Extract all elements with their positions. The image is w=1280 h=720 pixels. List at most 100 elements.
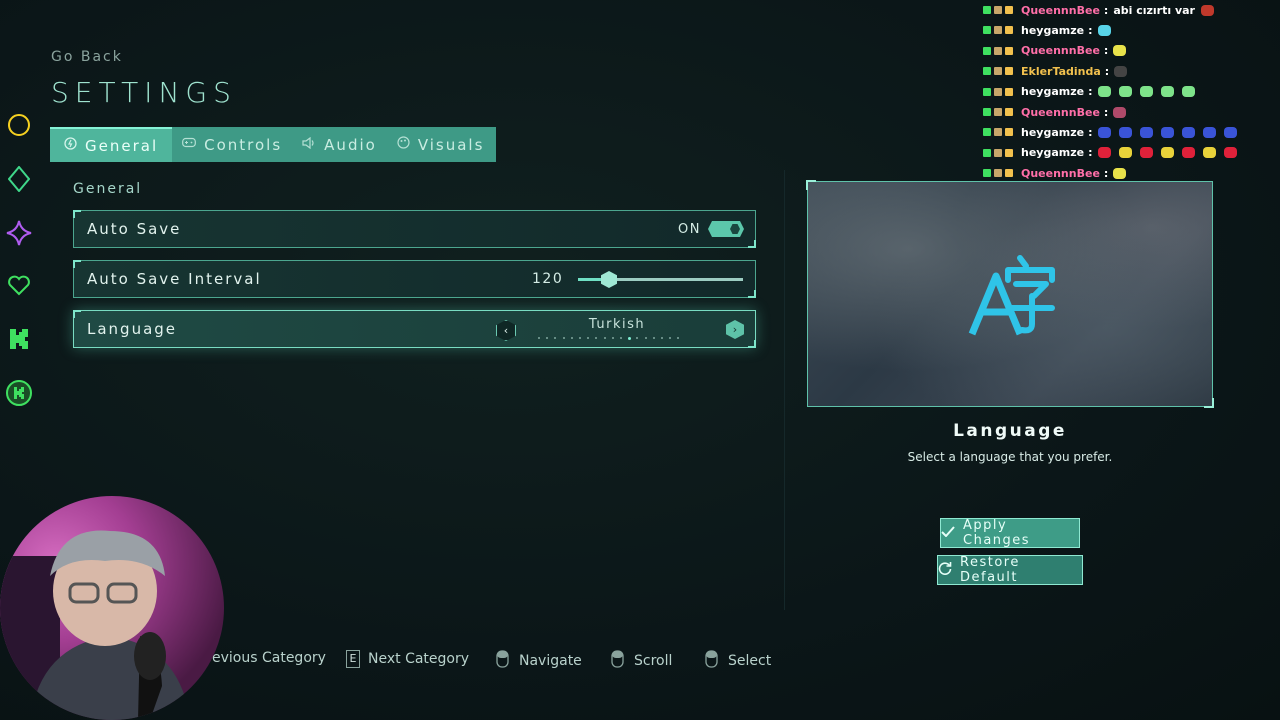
- language-prev-button[interactable]: ‹: [496, 320, 516, 341]
- tab-label: Visuals: [417, 135, 485, 154]
- chat-username[interactable]: heygamze: [1021, 85, 1084, 98]
- emote-icon: [1118, 147, 1132, 159]
- chat-separator: :: [1088, 85, 1093, 99]
- mouse-wheel-icon: [611, 650, 624, 672]
- chat-badges: [983, 128, 1016, 137]
- chat-separator: :: [1103, 3, 1109, 17]
- restore-default-button[interactable]: Restore Default: [937, 555, 1083, 585]
- chat-badges: [983, 87, 1016, 96]
- language-option-dot: [636, 337, 638, 339]
- emote-icon: [1160, 86, 1174, 98]
- tab-audio[interactable]: Audio: [292, 127, 387, 162]
- language-next-button[interactable]: ›: [726, 320, 744, 339]
- chat-username[interactable]: heygamze: [1021, 146, 1084, 159]
- mouse-icon: [496, 650, 509, 672]
- mouse-click-icon: [705, 650, 718, 672]
- chat-username[interactable]: heygamze: [1021, 24, 1084, 37]
- tab-controls[interactable]: Controls: [172, 127, 292, 162]
- apply-changes-button[interactable]: Apply Changes: [940, 518, 1080, 548]
- chat-username[interactable]: QueennnBee: [1021, 4, 1100, 17]
- badge-icon: [994, 6, 1002, 14]
- language-option-dot: [546, 337, 548, 339]
- chat-username[interactable]: QueennnBee: [1021, 167, 1100, 180]
- emote-icon: [1223, 147, 1237, 159]
- hint-label: Navigate: [519, 653, 582, 669]
- badge-icon: [1005, 6, 1013, 14]
- badge-icon: [1005, 108, 1013, 116]
- hint-label: Next Category: [368, 651, 470, 667]
- badge-icon: [994, 108, 1002, 116]
- badge-icon: [983, 169, 991, 178]
- badge-icon: [994, 67, 1002, 76]
- emote-icon: [1223, 126, 1237, 138]
- chat-message: heygamze:: [983, 20, 1119, 40]
- language-option-dot: [628, 336, 631, 340]
- hint-navigate: Navigate: [496, 650, 582, 672]
- emote-icon: [1139, 126, 1153, 138]
- emote-icon: [1097, 86, 1111, 98]
- chat-username[interactable]: heygamze: [1021, 126, 1084, 139]
- emote-icon: [1160, 147, 1174, 159]
- emote-icon: [1181, 147, 1195, 159]
- page-title: SETTINGS: [51, 76, 237, 109]
- emote-icon: [1139, 147, 1153, 159]
- emote-icon: [1097, 147, 1111, 159]
- badge-icon: [983, 87, 991, 96]
- chat-message: QueennnBee:: [983, 163, 1134, 183]
- go-back-link[interactable]: Go Back: [51, 49, 123, 65]
- info-title: Language: [953, 421, 1067, 441]
- setting-preview-panel: [806, 180, 1214, 408]
- sparkle-icon: [4, 218, 34, 248]
- chat-badges: [983, 108, 1016, 116]
- auto-save-toggle[interactable]: [708, 221, 744, 237]
- setting-row-language[interactable]: Language ‹ Turkish ›: [73, 310, 756, 348]
- circle-icon: [4, 110, 34, 140]
- setting-row-auto-save-interval[interactable]: Auto Save Interval 120: [73, 260, 756, 298]
- badge-icon: [983, 26, 991, 35]
- emote-icon: [1097, 24, 1111, 36]
- key-e-icon: E: [346, 650, 360, 668]
- chat-message: heygamze:: [983, 82, 1203, 102]
- emote-icon: [1181, 126, 1195, 138]
- language-option-dot: [604, 337, 606, 339]
- chat-username[interactable]: QueennnBee: [1021, 44, 1100, 57]
- chat-username[interactable]: EklerTadinda: [1021, 65, 1101, 78]
- speaker-icon: [302, 136, 316, 153]
- chevron-right-icon: ›: [732, 323, 738, 336]
- language-option-dot: [587, 337, 589, 339]
- badge-icon: [983, 6, 991, 14]
- chat-separator: :: [1103, 44, 1109, 58]
- hint-label: Select: [728, 653, 772, 669]
- tab-visuals[interactable]: Visuals: [387, 127, 495, 162]
- slider-thumb[interactable]: [601, 271, 617, 288]
- language-option-dot: [620, 337, 622, 339]
- chat-message: QueennnBee:: [983, 41, 1134, 61]
- emote-icon: [1202, 147, 1216, 159]
- language-option-dot: [579, 337, 581, 339]
- badge-icon: [1005, 148, 1013, 157]
- hint-select: Select: [705, 650, 771, 672]
- language-option-dot: [538, 337, 540, 339]
- badge-icon: [994, 148, 1002, 157]
- hint-label: Scroll: [634, 653, 673, 669]
- chat-badges: [983, 26, 1016, 35]
- setting-row-auto-save[interactable]: Auto Save ON: [73, 210, 756, 248]
- refresh-icon: [938, 561, 952, 579]
- emote-icon: [1113, 45, 1127, 57]
- language-option-dot: [595, 337, 597, 339]
- badge-icon: [1005, 46, 1013, 55]
- auto-save-interval-slider[interactable]: [578, 271, 743, 288]
- chat-username[interactable]: QueennnBee: [1021, 106, 1100, 119]
- chat-separator: :: [1088, 146, 1093, 160]
- emote-icon: [1202, 126, 1216, 138]
- gamepad-icon: [182, 137, 197, 152]
- chat-text: abi cızırtı var: [1113, 3, 1195, 17]
- hint-scroll: Scroll: [611, 650, 672, 672]
- badge-icon: [1005, 26, 1013, 35]
- emote-icon: [1097, 126, 1111, 138]
- chat-message: heygamze:: [983, 143, 1245, 163]
- palette-icon: [397, 136, 410, 153]
- badge-icon: [994, 46, 1002, 55]
- tab-general[interactable]: General: [50, 127, 173, 162]
- emote-icon: [1139, 86, 1153, 98]
